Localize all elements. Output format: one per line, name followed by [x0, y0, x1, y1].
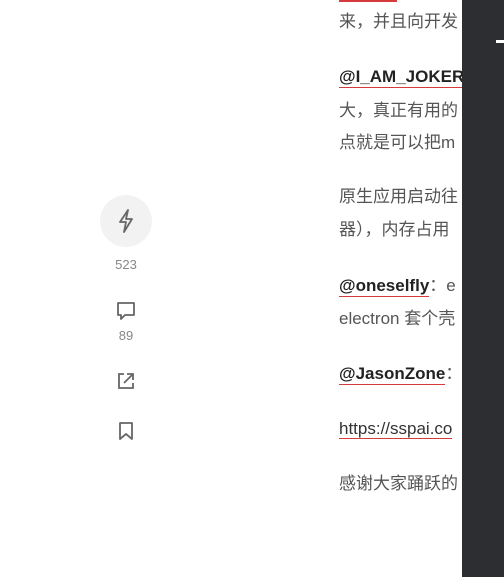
url-link[interactable]: https://sspai.co	[339, 419, 453, 439]
article-text-line: 原生应用启动往	[339, 187, 458, 206]
minimize-icon[interactable]	[496, 40, 504, 43]
bookmark-icon	[115, 420, 137, 442]
like-count: 523	[115, 257, 137, 272]
comment-line: @JasonZone：	[339, 363, 462, 385]
mention-link[interactable]: @JasonZone	[339, 364, 446, 385]
share-button[interactable]	[100, 370, 152, 392]
comment-button[interactable]: 89	[100, 300, 152, 343]
comment-bubble-icon	[115, 300, 137, 322]
side-panel[interactable]	[462, 0, 504, 577]
like-button[interactable]: 523	[100, 195, 152, 272]
comment-line: @I_AM_JOKER	[339, 66, 462, 88]
comment-text: ：e	[429, 276, 456, 295]
article-body: 来，并且向开发 @I_AM_JOKER 大，真正有用的 点就是可以把m 原生应用…	[339, 0, 462, 577]
url-line: https://sspai.co	[339, 418, 453, 440]
bookmark-button[interactable]	[100, 420, 152, 442]
article-text-line: 大，真正有用的	[339, 101, 458, 120]
lightning-icon	[100, 195, 152, 247]
article-text-line: 来，并且向开发	[339, 12, 458, 31]
comment-line: @oneselfly：e	[339, 275, 456, 297]
article-text-line: 点就是可以把m	[339, 133, 456, 152]
article-text-line: 器），内存占用	[339, 220, 450, 239]
article-text-line: 感谢大家踊跃的	[339, 474, 458, 493]
article-text-line: electron 套个壳	[339, 309, 456, 328]
comment-count: 89	[118, 328, 134, 343]
comment-text: ：	[445, 364, 462, 383]
mention-link[interactable]: @oneselfly	[339, 276, 430, 297]
mention-link[interactable]: @I_AM_JOKER	[339, 67, 462, 88]
share-icon	[115, 370, 137, 392]
